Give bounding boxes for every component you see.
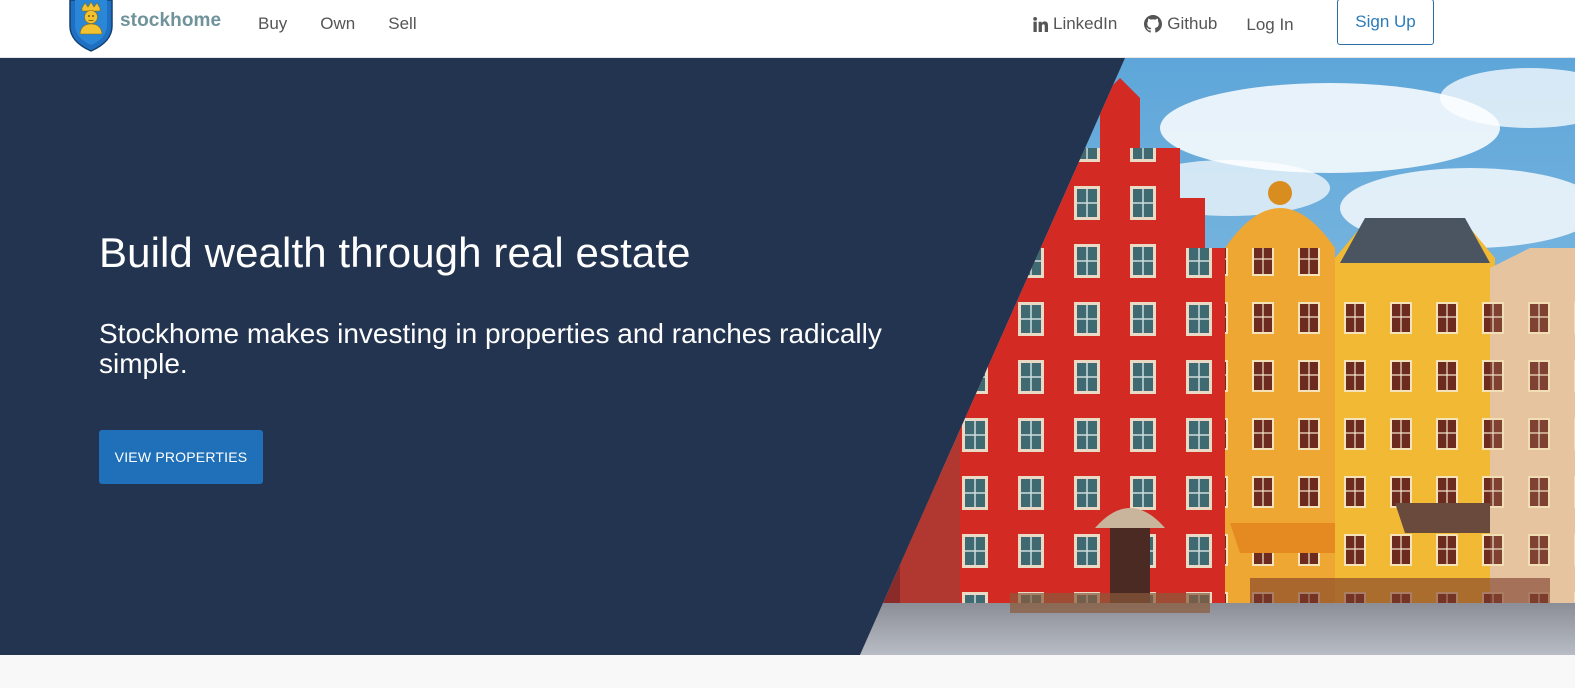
- secondary-nav: LinkedIn Github Log In: [1033, 13, 1330, 35]
- hero-subtitle: Stockhome makes investing in properties …: [99, 318, 882, 379]
- github-icon: [1144, 15, 1163, 33]
- page-content-area: [0, 655, 1575, 688]
- stockholm-crest-icon: [69, 0, 113, 52]
- top-navbar: stockhome Buy Own Sell LinkedIn Github L…: [0, 0, 1575, 58]
- nav-sell-link[interactable]: Sell: [388, 13, 416, 35]
- nav-buy-link[interactable]: Buy: [258, 13, 287, 35]
- github-label: Github: [1167, 14, 1218, 33]
- hero-title: Build wealth through real estate: [99, 229, 691, 276]
- primary-nav: Buy Own Sell: [258, 13, 450, 35]
- view-properties-button[interactable]: VIEW PROPERTIES: [99, 430, 263, 484]
- brand-name: stockhome: [120, 10, 222, 31]
- login-link[interactable]: Log In: [1246, 14, 1293, 36]
- linkedin-label: LinkedIn: [1053, 14, 1118, 33]
- brand-home-link[interactable]: stockhome: [68, 0, 221, 52]
- nav-own-link[interactable]: Own: [320, 13, 355, 35]
- signup-button[interactable]: Sign Up: [1337, 0, 1434, 45]
- linkedin-link[interactable]: LinkedIn: [1033, 13, 1117, 35]
- linkedin-icon: [1033, 16, 1048, 32]
- hero-section: Build wealth through real estate Stockho…: [0, 58, 1575, 655]
- github-link[interactable]: Github: [1144, 13, 1217, 35]
